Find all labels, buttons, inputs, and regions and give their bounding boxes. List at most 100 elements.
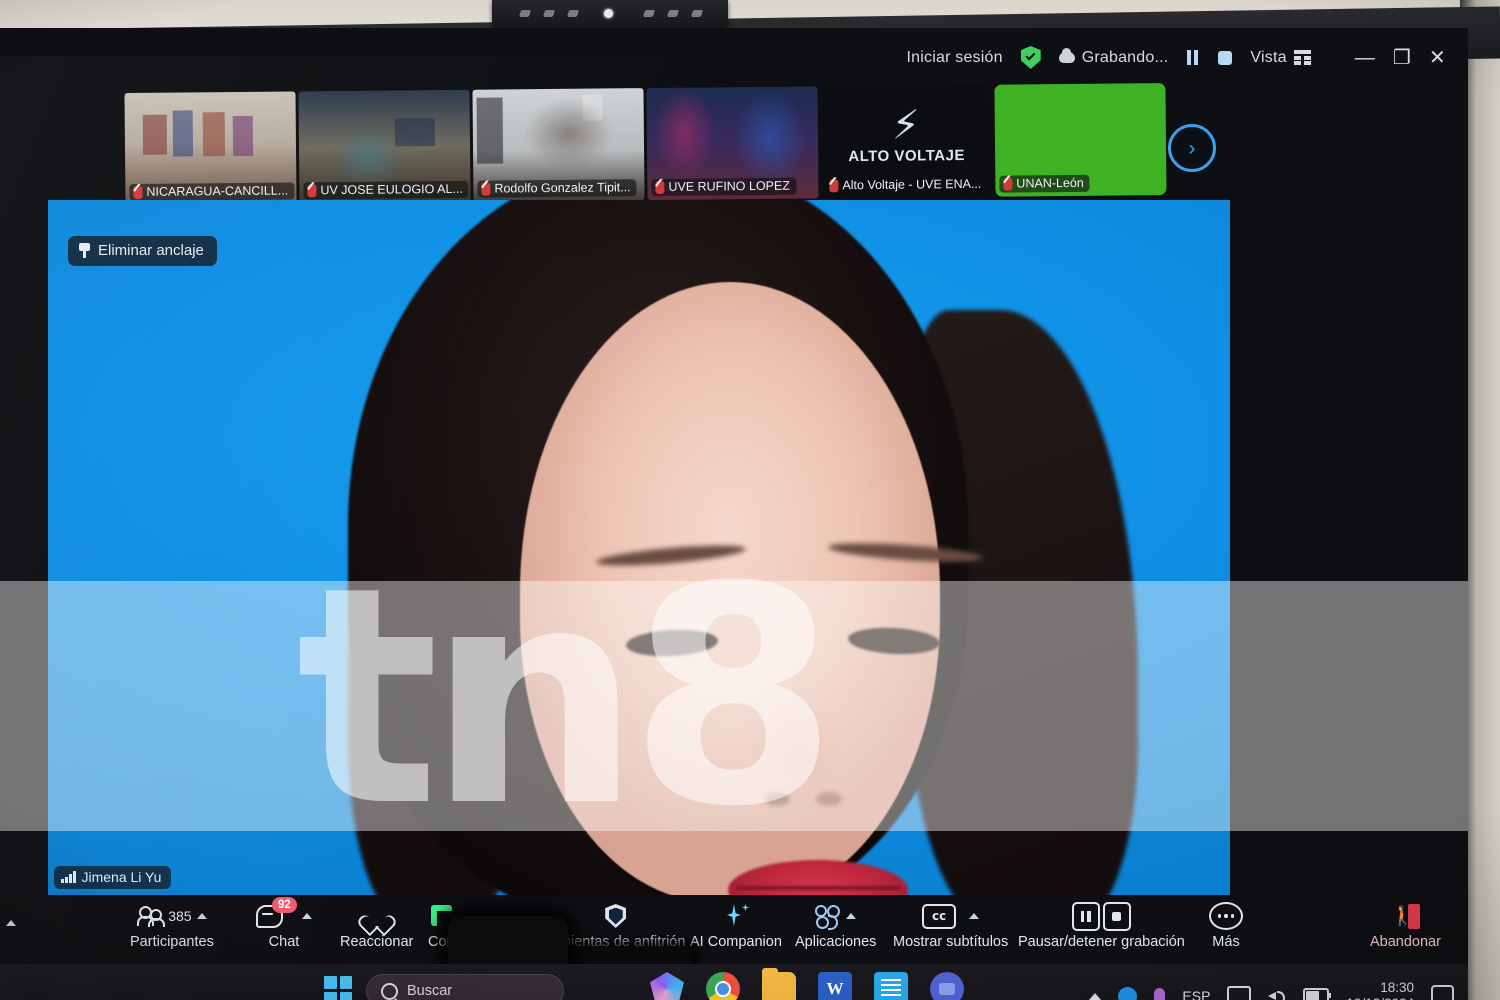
unpin-label: Eliminar anclaje (98, 242, 204, 259)
thumbnail-name-badge: UV JOSE EULOGIO AL... (303, 180, 469, 200)
restore-button[interactable]: ❐ (1393, 48, 1411, 68)
closed-captions-icon: cc (922, 903, 957, 929)
mic-muted-icon (1003, 177, 1013, 191)
toolbar-chat-button[interactable]: 92 Chat (256, 897, 312, 950)
thumbnail-tile[interactable]: UVE RUFINO LOPEZ (646, 86, 819, 201)
chrome-icon[interactable] (706, 972, 740, 1000)
notes-icon[interactable] (874, 972, 908, 1000)
battery-icon[interactable] (1303, 987, 1332, 1000)
file-explorer-icon[interactable] (762, 968, 796, 1000)
mic-muted-icon (307, 183, 317, 197)
thumbnail-name: Rodolfo Gonzalez Tipit... (494, 180, 631, 196)
zoom-meeting-toolbar[interactable]: 385 Participantes 92 Chat Reaccionar Com… (0, 896, 1468, 964)
toolbar-apps-button[interactable]: Aplicaciones (795, 902, 876, 950)
toolbar-react-label: Reaccionar (340, 934, 414, 950)
toolbar-participants-button[interactable]: 385 Participantes (130, 902, 214, 950)
pause-icon[interactable] (1186, 50, 1200, 65)
unpin-button[interactable]: Eliminar anclaje (68, 236, 217, 266)
participants-caret-icon[interactable] (196, 913, 207, 919)
teams-icon[interactable] (930, 972, 964, 1000)
thumbnail-tile[interactable]: UNAN-León (994, 83, 1167, 197)
pin-icon (78, 243, 91, 258)
microphone-icon[interactable] (1154, 988, 1166, 1000)
windows-taskbar[interactable]: Buscar W ESP 18:30 (0, 964, 1468, 1000)
thumbnail-name-badge: NICARAGUA-CANCILL... (129, 182, 295, 202)
webcam-lens-icon (604, 9, 613, 18)
word-icon[interactable]: W (818, 972, 852, 1000)
recording-status-label: Grabando... (1081, 48, 1169, 66)
leave-meeting-icon: 🚶 (1390, 903, 1421, 929)
shield-check-icon[interactable] (1020, 46, 1041, 69)
thumbnail-name: UNAN-León (1016, 175, 1084, 191)
sign-in-button[interactable]: Iniciar sesión (907, 49, 1003, 67)
speaker-lip-line (736, 886, 901, 890)
monitor-screen: Iniciar sesión Grabando... Vista — ❐ ✕ N… (0, 28, 1468, 1000)
external-webcam-mount (492, 0, 728, 30)
toolbar-leave-label: Abandonar (1370, 934, 1441, 950)
speaker-nose (748, 670, 858, 810)
stop-icon[interactable] (1218, 50, 1233, 65)
apps-caret-icon[interactable] (846, 913, 857, 919)
speaker-face (520, 282, 940, 895)
screen-cast-icon[interactable] (1227, 986, 1252, 1000)
alto-voltaje-logo-text: ALTO VOLTAJE (848, 147, 965, 166)
sign-in-label: Iniciar sesión (906, 48, 1003, 66)
close-button[interactable]: ✕ (1429, 48, 1446, 68)
tray-clock[interactable]: 18:30 19/12/2024 (1346, 980, 1414, 1000)
chat-caret-icon[interactable] (302, 913, 312, 919)
volume-icon[interactable] (1268, 988, 1286, 1000)
toolbar-participants-label: Participantes (130, 934, 214, 950)
thumbnail-name: Alto Voltaje - UVE ENA... (842, 176, 982, 193)
view-button[interactable]: Vista (1250, 48, 1311, 67)
toolbar-captions-label: Mostrar subtítulos (893, 934, 1009, 950)
toolbar-leave-button[interactable]: 🚶 Abandonar (1370, 902, 1441, 950)
speaker-name-badge: Jimena Li Yu (54, 866, 172, 889)
thumbnail-tile[interactable]: ⚡ ALTO VOLTAJE Alto Voltaje - UVE ENA... (820, 84, 993, 199)
speaker-name: Jimena Li Yu (81, 869, 162, 885)
taskbar-search-box[interactable]: Buscar (366, 974, 564, 1000)
toolbar-expand-caret[interactable] (6, 920, 16, 926)
taskbar-search-placeholder: Buscar (407, 983, 453, 999)
grid-view-icon (1293, 50, 1311, 65)
toolbar-ai-companion-button[interactable]: AI Companion (690, 902, 782, 950)
windows-start-icon[interactable] (324, 976, 352, 1000)
thumbnail-name-badge: Alto Voltaje - UVE ENA... (825, 175, 988, 195)
cloud-recording-icon (1058, 48, 1075, 63)
copilot-icon[interactable] (650, 972, 684, 1000)
mic-muted-icon (481, 182, 491, 196)
notifications-bell-icon[interactable] (1431, 984, 1454, 1000)
captions-caret-icon[interactable] (969, 913, 980, 919)
toolbar-react-button[interactable]: Reaccionar (340, 902, 413, 950)
filmstrip-next-page-button[interactable]: › (1168, 124, 1216, 172)
chevron-up-icon[interactable] (1089, 992, 1102, 1000)
toolbar-ai-companion-label: AI Companion (690, 934, 782, 950)
participants-count: 385 (168, 908, 192, 924)
mic-muted-icon (829, 178, 839, 192)
toolbar-recording-button[interactable]: Pausar/detener grabación (1018, 901, 1185, 950)
tray-language[interactable]: ESP (1182, 988, 1210, 1000)
photographed-monitor-scene: Iniciar sesión Grabando... Vista — ❐ ✕ N… (0, 0, 1500, 1000)
mic-muted-icon (133, 185, 143, 199)
participant-filmstrip[interactable]: NICARAGUA-CANCILL... UV JOSE EULOGIO AL.… (124, 83, 1185, 206)
taskbar-app-icons[interactable]: W (650, 968, 964, 1000)
thumbnail-name: NICARAGUA-CANCILL... (146, 183, 289, 199)
tray-date: 19/12/2024 (1346, 996, 1414, 1000)
toolbar-more-button[interactable]: Más (1209, 902, 1243, 950)
minimize-button[interactable]: — (1355, 48, 1375, 68)
toolbar-captions-button[interactable]: cc Mostrar subtítulos (893, 902, 1008, 950)
word-glyph: W (826, 979, 844, 998)
toolbar-recording-label: Pausar/detener grabación (1018, 934, 1185, 950)
speaker-nostril-right (816, 792, 842, 806)
thumbnail-tile[interactable]: UV JOSE EULOGIO AL... (298, 89, 471, 204)
toolbar-chat-label: Chat (268, 934, 300, 950)
chevron-right-icon: › (1188, 136, 1196, 160)
toolbar-apps-label: Aplicaciones (795, 934, 877, 950)
thumbnail-tile[interactable]: Rodolfo Gonzalez Tipit... (472, 88, 645, 202)
system-tray[interactable]: ESP 18:30 19/12/2024 (1089, 964, 1454, 1000)
app-status-icon[interactable] (1118, 986, 1138, 1000)
view-label: Vista (1250, 48, 1287, 66)
thumbnail-tile[interactable]: NICARAGUA-CANCILL... (124, 91, 297, 206)
active-speaker-video[interactable]: Eliminar anclaje Jimena Li Yu (48, 200, 1230, 895)
ai-sparkle-icon (723, 903, 749, 929)
search-icon (381, 982, 398, 1000)
